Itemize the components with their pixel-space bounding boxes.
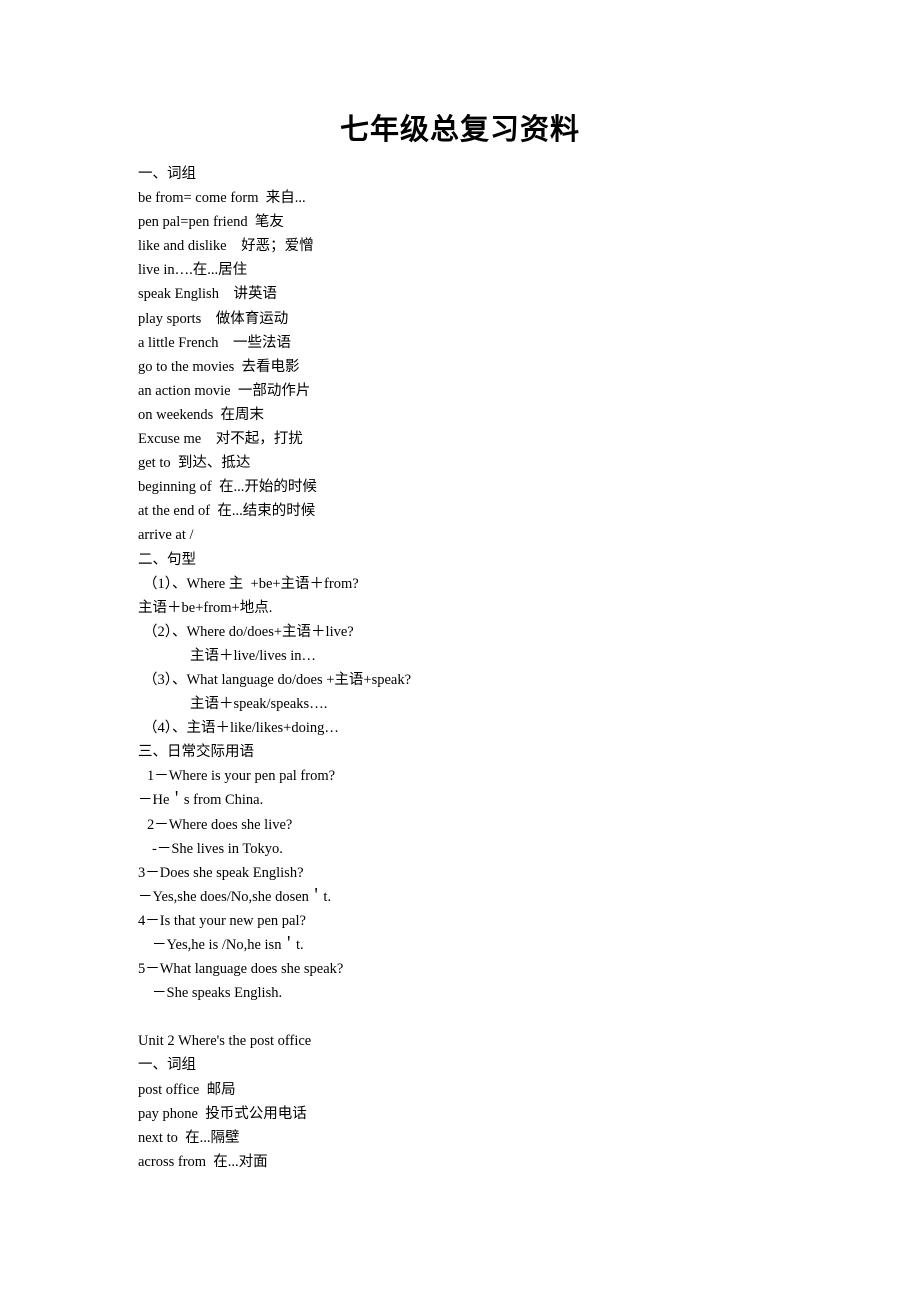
text-line: －Yes,she does/No,she dosen＇t. [138, 888, 332, 905]
text-line: across from 在...对面 [138, 1153, 268, 1170]
text-line: an action movie 一部动作片 [138, 382, 311, 399]
text-line: beginning of 在...开始的时候 [138, 479, 317, 496]
page-title: 七年级总复习资料 [339, 114, 580, 146]
text-line: （4）、主语＋like/likes+doing… [143, 720, 339, 737]
text-line: speak English 讲英语 [138, 286, 277, 303]
text-line: pen pal=pen friend 笔友 [138, 214, 284, 231]
text-line: post office 邮局 [138, 1081, 236, 1098]
text-line: 3－Does she speak English? [138, 864, 304, 881]
text-line: go to the movies 去看电影 [138, 358, 300, 375]
text-line: live in….在...居住 [138, 262, 248, 279]
text-line: arrive at / [138, 527, 194, 544]
text-line: be from= come form 来自... [138, 190, 306, 207]
text-line: 4－Is that your new pen pal? [138, 912, 306, 929]
text-line: －He＇s from China. [138, 792, 264, 809]
text-line: -－She lives in Tokyo. [152, 840, 283, 857]
text-line: like and dislike 好恶；爱憎 [138, 238, 314, 255]
text-line: 1－Where is your pen pal from? [147, 768, 336, 785]
document-page: 七年级总复习资料 一、词组 be from= come form 来自... pen… [0, 0, 920, 1302]
text-line: a little French 一些法语 [138, 334, 292, 351]
text-line: （3）、What language do/does +主语+speak? [143, 671, 412, 688]
text-line: 一、词组 [138, 166, 196, 182]
text-line: －She speaks English. [152, 985, 283, 1002]
text-line: 2－Where does she live? [147, 816, 293, 833]
text-line: 主语＋be+from+地点. [138, 599, 273, 616]
text-line: 一、词组 [138, 1057, 196, 1074]
text-line: on weekends 在周末 [138, 406, 265, 423]
text-line: 主语＋live/lives in… [190, 647, 317, 664]
text-line: －Yes,he is /No,he isn＇t. [152, 937, 304, 953]
text-line: Excuse me 对不起，打扰 [138, 431, 303, 448]
text-line: play sports 做体育运动 [138, 310, 289, 327]
text-line: 5－What language does she speak? [138, 961, 344, 978]
text-line: （2）、Where do/does+主语＋live? [143, 623, 354, 640]
text-line: pay phone 投币式公用电话 [138, 1105, 307, 1122]
text-line: at the end of 在...结束的时候 [138, 503, 316, 520]
text-line: next to 在...隔壁 [138, 1129, 240, 1146]
text-line: 三、日常交际用语 [138, 744, 254, 761]
text-line: get to 到达、抵达 [138, 455, 251, 472]
text-line: 主语＋speak/speaks…. [190, 696, 328, 713]
text-line: （1）、Where 主 +be+主语＋from? [143, 575, 359, 592]
text-line: 二、句型 [138, 551, 196, 568]
document-body: 一、词组 be from= come form 来自... pen pal=pen … [138, 162, 798, 1174]
text-line: Unit 2 Where's the post office [138, 1033, 312, 1050]
